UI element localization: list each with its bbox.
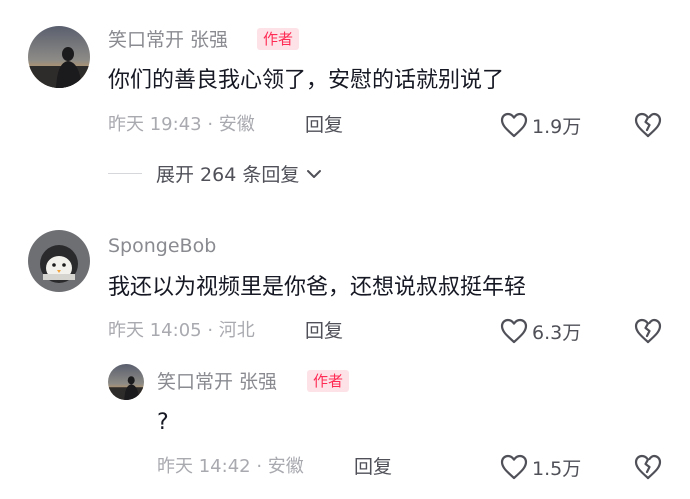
author-badge: 作者 bbox=[257, 28, 300, 50]
like-button[interactable]: 1.9万 bbox=[500, 110, 581, 140]
author-badge: 作者 bbox=[307, 370, 350, 392]
comment-meta: 昨天 19:43 · 安徽 bbox=[108, 114, 255, 135]
reply-text: ? bbox=[157, 410, 169, 435]
comment-username[interactable]: 笑口常开 张强 bbox=[108, 28, 228, 52]
chevron-down-icon bbox=[307, 169, 322, 178]
heart-outline-icon bbox=[500, 112, 528, 138]
expand-replies-button[interactable]: 展开 264 条回复 bbox=[108, 160, 323, 187]
heart-outline-icon bbox=[500, 454, 528, 480]
reply-item: 笑口常开 张强 作者 ? 昨天 14:42 · 安徽 回复 1.5万 bbox=[0, 360, 690, 499]
dislike-button[interactable] bbox=[634, 318, 662, 348]
like-count: 1.9万 bbox=[532, 115, 582, 138]
comment-text: 你们的善良我心领了，安慰的话就别说了 bbox=[108, 68, 505, 93]
like-button[interactable]: 6.3万 bbox=[500, 316, 581, 346]
broken-heart-icon bbox=[634, 318, 662, 344]
avatar[interactable] bbox=[108, 364, 144, 400]
reply-meta: 昨天 14:42 · 安徽 bbox=[157, 456, 304, 477]
reply-button[interactable]: 回复 bbox=[305, 319, 343, 343]
reply-button[interactable]: 回复 bbox=[354, 455, 392, 479]
like-count: 6.3万 bbox=[532, 321, 582, 344]
divider bbox=[108, 173, 142, 174]
comment-text: 我还以为视频里是你爸，还想说叔叔挺年轻 bbox=[108, 275, 527, 300]
comment-item: 笑口常开 张强 作者 你们的善良我心领了，安慰的话就别说了 昨天 19:43 ·… bbox=[0, 0, 690, 200]
avatar[interactable] bbox=[28, 26, 90, 88]
expand-replies-label: 展开 264 条回复 bbox=[156, 164, 300, 186]
heart-outline-icon bbox=[500, 318, 528, 344]
dislike-button[interactable] bbox=[634, 454, 662, 484]
dislike-button[interactable] bbox=[634, 112, 662, 142]
reply-button[interactable]: 回复 bbox=[305, 113, 343, 137]
comment-item: SpongeBob 我还以为视频里是你爸，还想说叔叔挺年轻 昨天 14:05 ·… bbox=[0, 200, 690, 499]
like-button[interactable]: 1.5万 bbox=[500, 452, 581, 482]
broken-heart-icon bbox=[634, 454, 662, 480]
comment-username[interactable]: SpongeBob bbox=[108, 234, 216, 258]
reply-username[interactable]: 笑口常开 张强 bbox=[157, 370, 277, 394]
comment-meta: 昨天 14:05 · 河北 bbox=[108, 320, 255, 341]
broken-heart-icon bbox=[634, 112, 662, 138]
like-count: 1.5万 bbox=[532, 457, 582, 480]
avatar[interactable] bbox=[28, 230, 90, 292]
